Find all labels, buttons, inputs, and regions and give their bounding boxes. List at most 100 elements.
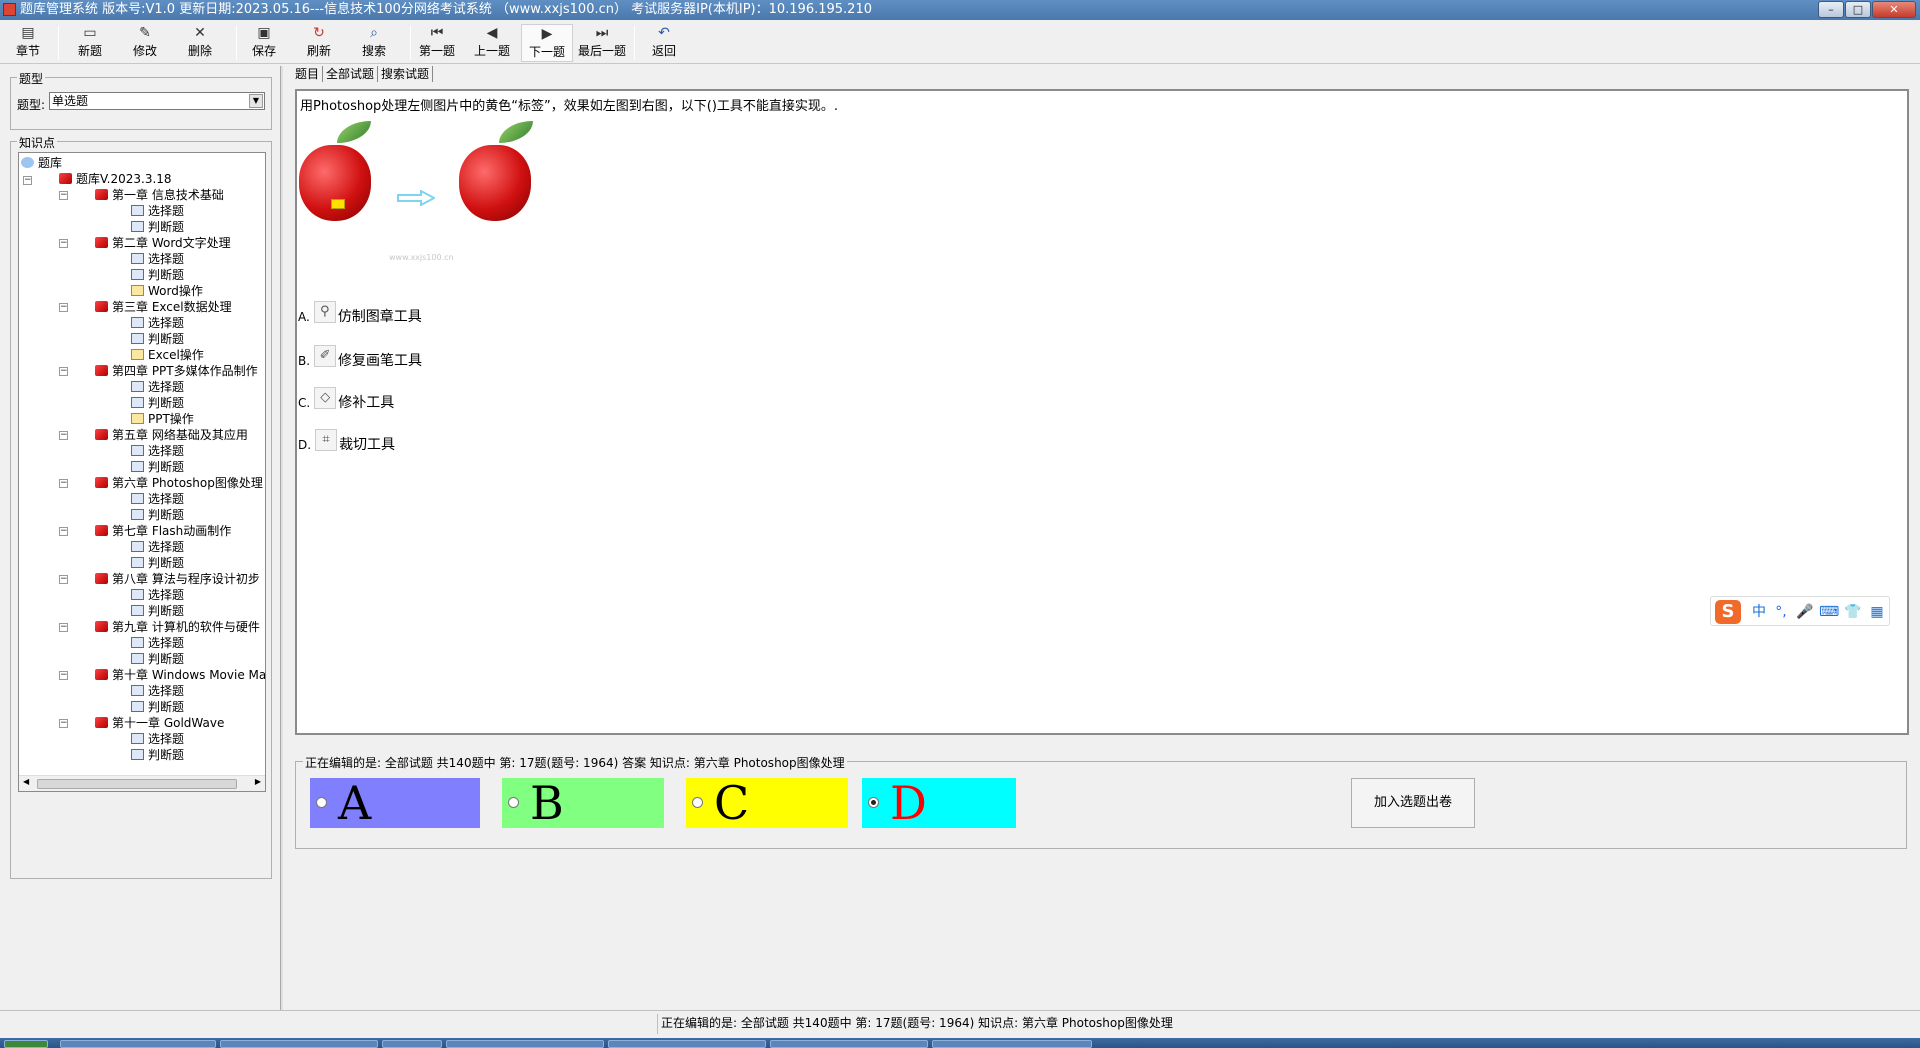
collapse-icon[interactable]: − — [59, 671, 68, 680]
tree-leaf[interactable]: 选择题 — [131, 491, 184, 507]
tree-chapter[interactable]: 第八章 算法与程序设计初步 — [95, 571, 260, 587]
panel-splitter[interactable] — [280, 66, 283, 1010]
tree-bank[interactable]: 题库V.2023.3.18 — [59, 171, 172, 187]
horizontal-scrollbar[interactable]: ◀ ▶ — [19, 775, 265, 791]
collapse-icon[interactable]: − — [59, 527, 68, 536]
tree-leaf[interactable]: 判断题 — [131, 395, 184, 411]
tree-leaf[interactable]: 判断题 — [131, 267, 184, 283]
tree-chapter[interactable]: 第九章 计算机的软件与硬件 — [95, 619, 260, 635]
knowledge-tree[interactable]: 题库 − 题库V.2023.3.18 − 第一章 信息技术基础 选择题 判断题 − 第二章… — [18, 152, 266, 792]
taskbar-item[interactable] — [608, 1040, 766, 1048]
ime-toolbar[interactable]: S 中 °, 🎤 ⌨ 👕 ▦ — [1710, 596, 1890, 626]
tree-leaf[interactable]: 选择题 — [131, 635, 184, 651]
collapse-icon[interactable]: − — [59, 479, 68, 488]
tree-chapter[interactable]: 第七章 Flash动画制作 — [95, 523, 231, 539]
collapse-icon[interactable]: − — [59, 719, 68, 728]
tree-leaf[interactable]: 判断题 — [131, 331, 184, 347]
collapse-icon[interactable]: − — [59, 239, 68, 248]
answer-choice-d[interactable]: D — [862, 778, 1016, 828]
tree-chapter[interactable]: 第二章 Word文字处理 — [95, 235, 231, 251]
collapse-icon[interactable]: − — [59, 575, 68, 584]
add-to-paper-button[interactable]: 加入选题出卷 — [1351, 778, 1475, 828]
question-editor[interactable]: 用Photoshop处理左侧图片中的黄色“标签”，效果如左图到右图，以下()工具… — [295, 89, 1909, 735]
tab-search-questions[interactable]: 搜索试题 — [378, 66, 434, 82]
tree-leaf[interactable]: 选择题 — [131, 539, 184, 555]
taskbar-item[interactable] — [382, 1040, 442, 1048]
answer-radio-c[interactable] — [692, 797, 703, 808]
keyboard-icon[interactable]: ⌨ — [1819, 603, 1839, 621]
tree-root[interactable]: 题库 — [21, 155, 62, 171]
tree-leaf[interactable]: PPT操作 — [131, 411, 194, 427]
answer-radio-d[interactable] — [868, 797, 879, 808]
tree-leaf[interactable]: Word操作 — [131, 283, 203, 299]
taskbar-item[interactable] — [932, 1040, 1092, 1048]
tree-chapter[interactable]: 第三章 Excel数据处理 — [95, 299, 232, 315]
tree-leaf[interactable]: 选择题 — [131, 251, 184, 267]
type-select[interactable]: 单选题 ▼ — [49, 92, 265, 110]
sogou-logo-icon[interactable]: S — [1715, 600, 1741, 624]
collapse-icon[interactable]: − — [59, 303, 68, 312]
start-button[interactable] — [4, 1040, 48, 1048]
tree-chapter[interactable]: 第十一章 GoldWave — [95, 715, 224, 731]
collapse-icon[interactable]: − — [59, 367, 68, 376]
skin-icon[interactable]: 👕 — [1843, 603, 1863, 621]
tree-leaf[interactable]: Excel操作 — [131, 347, 204, 363]
taskbar-item[interactable] — [770, 1040, 928, 1048]
tree-leaf[interactable]: 判断题 — [131, 219, 184, 235]
answer-choice-b[interactable]: B — [502, 778, 664, 828]
search-button[interactable]: ⌕ 搜索 — [348, 24, 400, 62]
maximize-button[interactable]: □ — [1845, 1, 1871, 18]
tab-question[interactable]: 题目 — [292, 66, 324, 82]
ime-menu-icon[interactable]: ▦ — [1867, 603, 1887, 621]
tree-leaf[interactable]: 选择题 — [131, 587, 184, 603]
tree-leaf[interactable]: 判断题 — [131, 651, 184, 667]
minimize-button[interactable]: – — [1818, 1, 1844, 18]
answer-radio-a[interactable] — [316, 797, 327, 808]
tree-leaf[interactable]: 判断题 — [131, 747, 184, 763]
tree-leaf[interactable]: 判断题 — [131, 507, 184, 523]
scroll-left-icon[interactable]: ◀ — [23, 777, 29, 786]
first-question-button[interactable]: ⏮ 第一题 — [411, 24, 463, 62]
answer-radio-b[interactable] — [508, 797, 519, 808]
taskbar-item[interactable] — [220, 1040, 378, 1048]
last-question-button[interactable]: ⏭ 最后一题 — [576, 24, 628, 62]
scrollbar-thumb[interactable] — [37, 779, 237, 789]
taskbar-item[interactable] — [60, 1040, 216, 1048]
save-button[interactable]: ▣ 保存 — [238, 24, 290, 62]
tree-leaf[interactable]: 选择题 — [131, 731, 184, 747]
refresh-button[interactable]: ↻ 刷新 — [293, 24, 345, 62]
chapter-button[interactable]: ▤ 章节 — [2, 24, 54, 62]
answer-choice-a[interactable]: A — [310, 778, 480, 828]
close-button[interactable]: ✕ — [1872, 1, 1916, 18]
delete-button[interactable]: ✕ 删除 — [174, 24, 226, 62]
tree-leaf[interactable]: 选择题 — [131, 203, 184, 219]
edit-button[interactable]: ✎ 修改 — [119, 24, 171, 62]
chevron-down-icon[interactable]: ▼ — [249, 94, 263, 108]
tree-leaf[interactable]: 选择题 — [131, 315, 184, 331]
tree-leaf[interactable]: 选择题 — [131, 379, 184, 395]
collapse-icon[interactable]: − — [59, 431, 68, 440]
microphone-icon[interactable]: 🎤 — [1795, 603, 1815, 621]
tree-leaf[interactable]: 判断题 — [131, 699, 184, 715]
answer-choice-c[interactable]: C — [686, 778, 848, 828]
scroll-right-icon[interactable]: ▶ — [255, 777, 261, 786]
next-question-button[interactable]: ▶ 下一题 — [521, 24, 573, 62]
tree-leaf[interactable]: 选择题 — [131, 443, 184, 459]
collapse-icon[interactable]: − — [59, 623, 68, 632]
collapse-icon[interactable]: − — [59, 191, 68, 200]
tree-chapter[interactable]: 第四章 PPT多媒体作品制作 — [95, 363, 258, 379]
collapse-icon[interactable]: − — [23, 176, 32, 185]
tree-leaf[interactable]: 判断题 — [131, 459, 184, 475]
tree-chapter[interactable]: 第十章 Windows Movie Make — [95, 667, 265, 683]
tree-leaf[interactable]: 选择题 — [131, 683, 184, 699]
tree-leaf[interactable]: 判断题 — [131, 603, 184, 619]
punctuation-icon[interactable]: °, — [1771, 603, 1791, 621]
new-question-button[interactable]: ▭ 新题 — [64, 24, 116, 62]
tree-chapter[interactable]: 第五章 网络基础及其应用 — [95, 427, 248, 443]
ime-mode-icon[interactable]: 中 — [1749, 603, 1769, 621]
tree-leaf[interactable]: 判断题 — [131, 555, 184, 571]
return-button[interactable]: ↶ 返回 — [638, 24, 690, 62]
tab-all-questions[interactable]: 全部试题 — [323, 66, 379, 82]
tree-chapter[interactable]: 第六章 Photoshop图像处理 — [95, 475, 263, 491]
previous-question-button[interactable]: ◀ 上一题 — [466, 24, 518, 62]
